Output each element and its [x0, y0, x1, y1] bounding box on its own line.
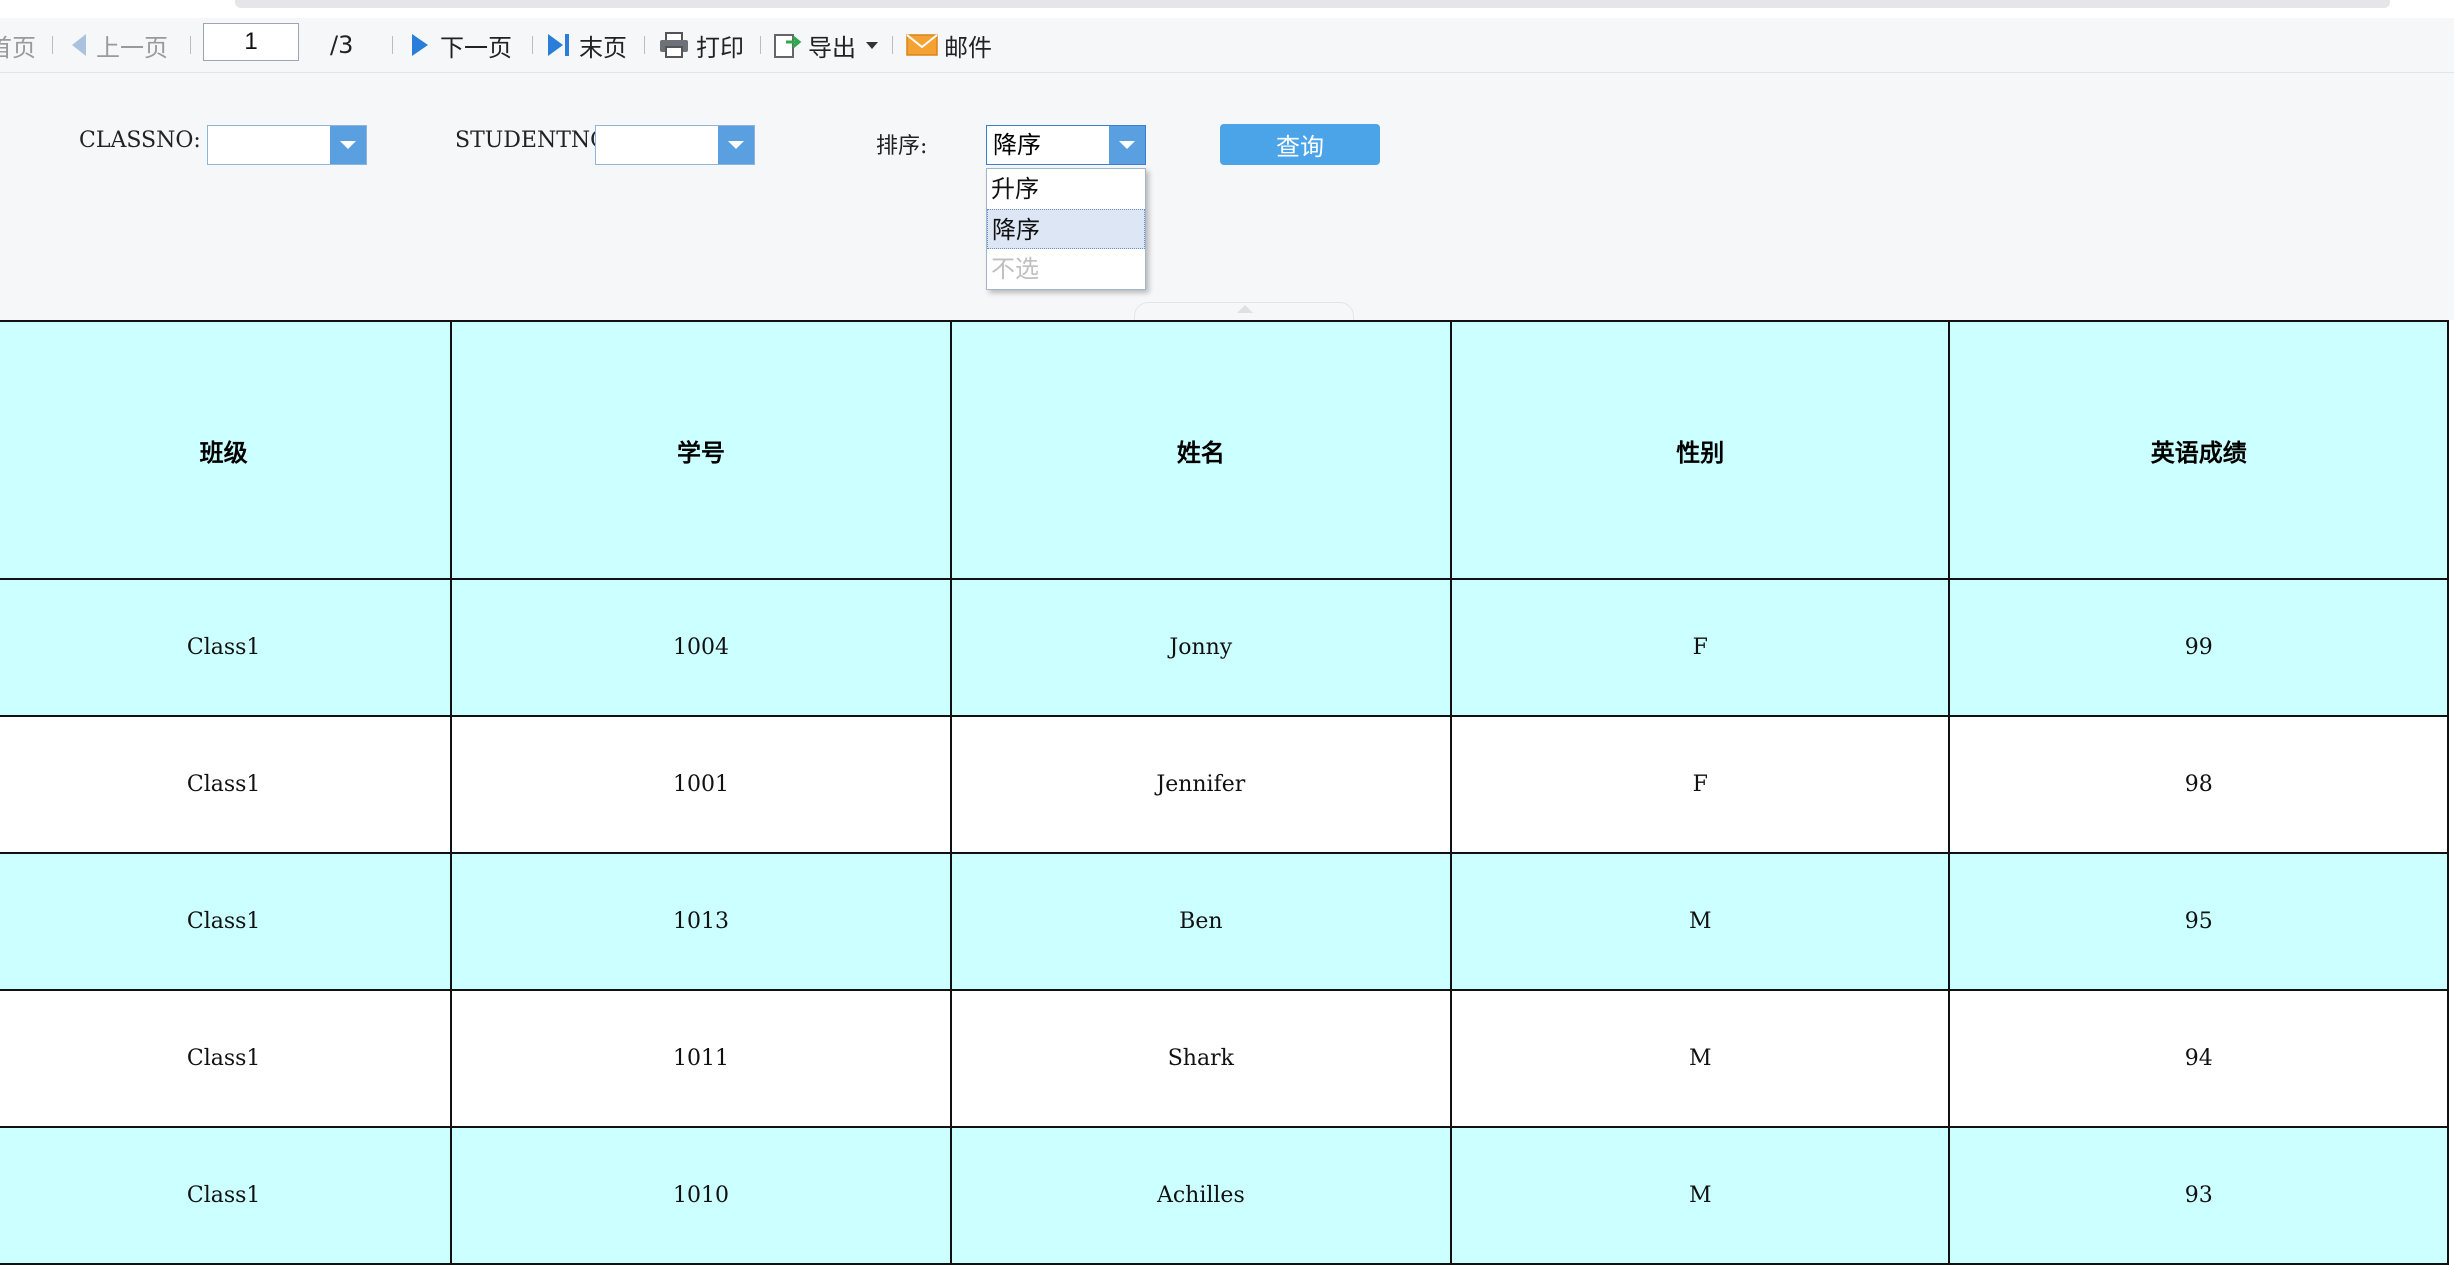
export-label: 导出: [808, 33, 856, 62]
print-label: 打印: [696, 33, 744, 62]
classno-dropdown-button[interactable]: [330, 126, 366, 164]
total-pages: /3: [330, 18, 353, 72]
mail-button[interactable]: 邮件: [906, 18, 992, 72]
page-number-input[interactable]: 1: [203, 23, 299, 61]
prev-page-button[interactable]: 上一页: [72, 18, 168, 72]
sort-option-none[interactable]: 不选: [987, 249, 1145, 289]
toolbar-separator: [532, 36, 533, 54]
cell-gender: M: [1450, 1126, 1951, 1265]
table-row: Class1 1013 Ben M 95: [0, 852, 2449, 991]
sort-combo[interactable]: 降序: [986, 125, 1146, 165]
cell-class: Class1: [0, 989, 453, 1128]
prev-arrow-icon: [72, 34, 86, 56]
prev-page-label: 上一页: [96, 33, 168, 62]
last-page-label: 末页: [579, 33, 627, 62]
mail-icon: [906, 34, 938, 56]
next-page-button[interactable]: 下一页: [412, 18, 512, 72]
cell-student-no: 1004: [450, 578, 952, 717]
parameter-panel: CLASSNO: STUDENTNO: 排序: 降序 查询: [0, 73, 2454, 320]
sort-value: 降序: [993, 131, 1041, 159]
cell-class: Class1: [0, 715, 453, 854]
header-student-no: 学号: [450, 320, 952, 580]
cell-gender: F: [1450, 715, 1951, 854]
sort-option-asc[interactable]: 升序: [987, 169, 1145, 209]
toolbar-separator: [892, 36, 893, 54]
first-page-label: 首页: [0, 33, 36, 62]
last-page-icon: [548, 34, 569, 56]
chevron-down-icon: [728, 141, 744, 149]
table-row: Class1 1011 Shark M 94: [0, 989, 2449, 1128]
top-scroll-bar: [235, 0, 2390, 8]
sort-label: 排序:: [876, 134, 928, 159]
last-page-button[interactable]: 末页: [548, 18, 627, 72]
cell-gender: M: [1450, 989, 1951, 1128]
chevron-down-icon: [1119, 141, 1135, 149]
cell-class: Class1: [0, 578, 453, 717]
cell-name: Ben: [949, 852, 1453, 991]
header-name: 姓名: [949, 320, 1453, 580]
studentno-dropdown-button[interactable]: [718, 126, 754, 164]
classno-label: CLASSNO:: [79, 128, 201, 153]
cell-class: Class1: [0, 852, 453, 991]
total-pages-label: /3: [330, 31, 354, 59]
studentno-combo[interactable]: [595, 125, 755, 165]
classno-combo[interactable]: [207, 125, 367, 165]
report-table: 班级 学号 姓名 性别 英语成绩 Class1 1004 Jonny F 99 …: [0, 320, 2449, 1265]
cell-student-no: 1010: [450, 1126, 952, 1265]
collapse-arrow-icon: [1237, 305, 1253, 313]
header-english-score: 英语成绩: [1948, 320, 2449, 580]
cell-student-no: 1001: [450, 715, 952, 854]
first-page-button[interactable]: 首页: [0, 18, 36, 72]
print-button[interactable]: 打印: [658, 18, 744, 72]
cell-class: Class1: [0, 1126, 453, 1265]
export-button[interactable]: 导出: [772, 18, 878, 72]
cell-english-score: 93: [1948, 1126, 2449, 1265]
table-row: Class1 1010 Achilles M 93: [0, 1126, 2449, 1265]
sort-dropdown-list: 升序 降序 不选: [986, 168, 1146, 290]
header-class: 班级: [0, 320, 453, 580]
cell-gender: F: [1450, 578, 1951, 717]
table-row: Class1 1004 Jonny F 99: [0, 578, 2449, 717]
cell-student-no: 1011: [450, 989, 952, 1128]
cell-english-score: 95: [1948, 852, 2449, 991]
studentno-label: STUDENTNO:: [455, 128, 616, 153]
cell-name: Shark: [949, 989, 1453, 1128]
table-row: Class1 1001 Jennifer F 98: [0, 715, 2449, 854]
cell-student-no: 1013: [450, 852, 952, 991]
cell-name: Jennifer: [949, 715, 1453, 854]
cell-name: Jonny: [949, 578, 1453, 717]
cell-english-score: 98: [1948, 715, 2449, 854]
top-strip: [0, 0, 2454, 18]
sort-option-desc[interactable]: 降序: [987, 209, 1145, 249]
mail-label: 邮件: [944, 33, 992, 62]
toolbar-separator: [392, 36, 393, 54]
report-toolbar: 首页 上一页 1 /3 下一页 末页 打印 导出: [0, 18, 2454, 73]
cell-english-score: 94: [1948, 989, 2449, 1128]
cell-gender: M: [1450, 852, 1951, 991]
toolbar-separator: [190, 36, 191, 54]
table-header-row: 班级 学号 姓名 性别 英语成绩: [0, 320, 2449, 580]
toolbar-separator: [52, 36, 53, 54]
cell-name: Achilles: [949, 1126, 1453, 1265]
query-button[interactable]: 查询: [1220, 124, 1380, 165]
header-gender: 性别: [1450, 320, 1951, 580]
chevron-down-icon: [340, 141, 356, 149]
next-arrow-icon: [412, 34, 428, 56]
cell-english-score: 99: [1948, 578, 2449, 717]
next-page-label: 下一页: [440, 33, 512, 62]
printer-icon: [660, 32, 688, 58]
export-icon: [774, 34, 802, 58]
chevron-down-icon: [866, 41, 878, 49]
sort-dropdown-button[interactable]: [1109, 126, 1145, 164]
toolbar-separator: [644, 36, 645, 54]
toolbar-separator: [760, 36, 761, 54]
